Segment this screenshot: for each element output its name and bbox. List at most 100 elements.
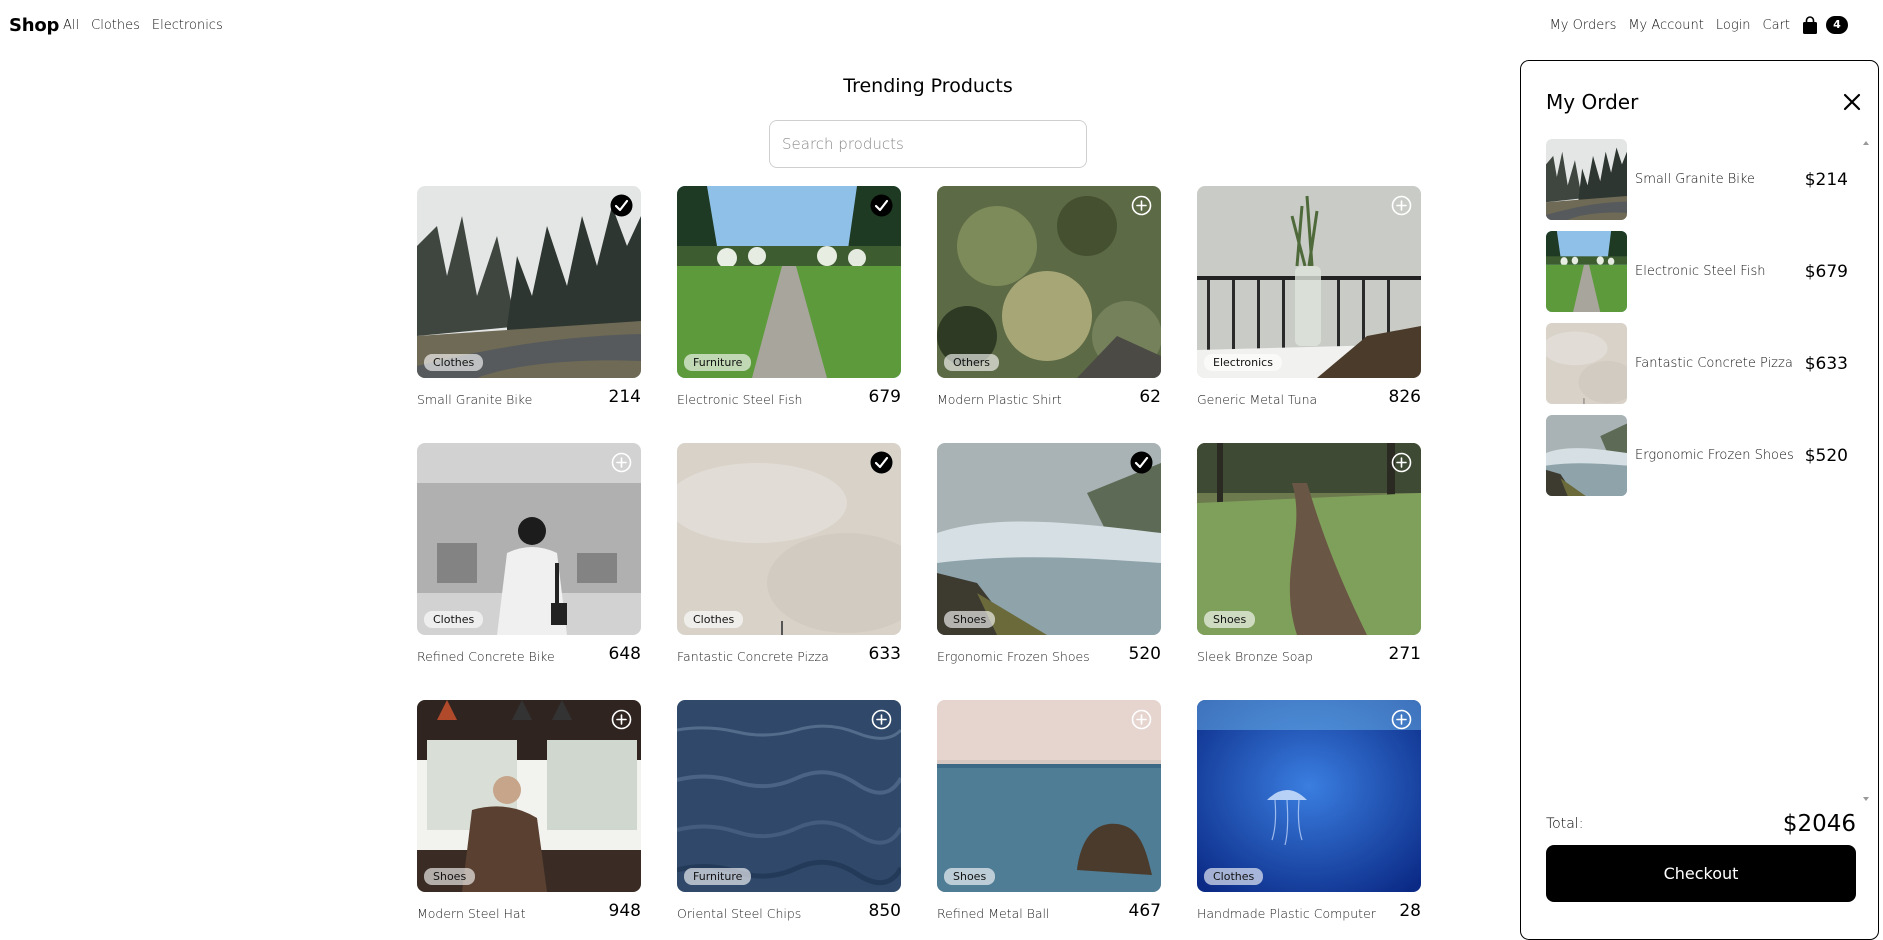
nav-link-cart[interactable]: Cart: [1763, 18, 1791, 33]
product-price: 467: [1128, 901, 1161, 921]
product-card[interactable]: Furniture Oriental Steel Chips 850: [677, 700, 901, 921]
check-circle-icon[interactable]: [1130, 451, 1153, 474]
check-circle-icon[interactable]: [610, 194, 633, 217]
product-card[interactable]: Others Modern Plastic Shirt 62: [937, 186, 1161, 407]
search-input[interactable]: [769, 120, 1087, 168]
add-circle-icon[interactable]: [1130, 194, 1153, 217]
category-badge: Clothes: [424, 354, 484, 371]
order-item: Fantastic Concrete Pizza $633: [1546, 323, 1856, 404]
check-circle-icon[interactable]: [870, 194, 893, 217]
category-badge: Shoes: [944, 868, 996, 885]
order-item-name: Ergonomic Frozen Shoes: [1635, 448, 1794, 463]
order-item: Ergonomic Frozen Shoes $520: [1546, 415, 1856, 496]
top-nav: Shop All Clothes Electronics My Orders M…: [0, 0, 1883, 52]
product-image[interactable]: Shoes: [937, 700, 1161, 892]
order-item-price: $520: [1804, 445, 1848, 466]
add-circle-icon[interactable]: [1390, 451, 1413, 474]
nav-link-login[interactable]: Login: [1716, 18, 1751, 33]
add-circle-icon[interactable]: [1130, 708, 1153, 731]
order-item-image: [1546, 415, 1627, 496]
cart-count-badge: 4: [1826, 16, 1848, 34]
total-value: $2046: [1782, 811, 1856, 837]
product-card[interactable]: Electronics Generic Metal Tuna 826: [1197, 186, 1421, 407]
product-image[interactable]: Shoes: [1197, 443, 1421, 635]
nav-link-electronics[interactable]: Electronics: [152, 18, 223, 33]
product-price: 271: [1388, 644, 1421, 664]
order-item-name: Electronic Steel Fish: [1635, 264, 1766, 279]
order-item-image: [1546, 139, 1627, 220]
product-grid: Clothes Small Granite Bike 214 Furniture Ele…: [417, 186, 1421, 921]
add-circle-icon[interactable]: [1390, 708, 1413, 731]
order-item-price: $214: [1804, 169, 1848, 190]
shopping-bag-icon[interactable]: [1802, 16, 1818, 34]
order-total: Total: $2046: [1546, 811, 1856, 837]
product-image[interactable]: Clothes: [417, 186, 641, 378]
product-name: Oriental Steel Chips: [677, 906, 802, 921]
category-badge: Electronics: [1204, 354, 1282, 371]
nav-link-clothes[interactable]: Clothes: [91, 18, 140, 33]
category-badge: Clothes: [684, 611, 744, 628]
product-name: Refined Metal Ball: [937, 906, 1050, 921]
product-price: 633: [868, 644, 901, 664]
product-image[interactable]: Furniture: [677, 186, 901, 378]
category-badge: Shoes: [1204, 611, 1256, 628]
product-image[interactable]: Electronics: [1197, 186, 1421, 378]
product-card[interactable]: Furniture Electronic Steel Fish 679: [677, 186, 901, 407]
account-nav: My Orders My Account Login Cart 4: [1550, 16, 1848, 34]
product-image[interactable]: Shoes: [937, 443, 1161, 635]
order-item-price: $679: [1804, 261, 1848, 282]
add-circle-icon[interactable]: [610, 708, 633, 731]
order-list-scrollbar[interactable]: [1862, 139, 1870, 803]
order-item-price: $633: [1804, 353, 1848, 374]
nav-link-all[interactable]: All: [63, 18, 79, 33]
product-price: 520: [1128, 644, 1161, 664]
product-image[interactable]: Clothes: [1197, 700, 1421, 892]
category-badge: Furniture: [684, 354, 752, 371]
checkout-button[interactable]: Checkout: [1546, 845, 1856, 902]
product-card[interactable]: Clothes Small Granite Bike 214: [417, 186, 641, 407]
product-card[interactable]: Shoes Modern Steel Hat 948: [417, 700, 641, 921]
check-circle-icon[interactable]: [870, 451, 893, 474]
product-name: Ergonomic Frozen Shoes: [937, 649, 1090, 664]
order-item-name: Small Granite Bike: [1635, 172, 1755, 187]
category-badge: Clothes: [1204, 868, 1264, 885]
product-card[interactable]: Shoes Refined Metal Ball 467: [937, 700, 1161, 921]
order-item-list: Small Granite Bike $214 Electronic Steel F…: [1546, 139, 1856, 507]
order-item-name: Fantastic Concrete Pizza: [1635, 356, 1793, 371]
product-price: 948: [608, 901, 641, 921]
brand-logo[interactable]: Shop: [9, 15, 59, 36]
product-image[interactable]: Others: [937, 186, 1161, 378]
product-price: 62: [1139, 387, 1161, 407]
order-item-image: [1546, 231, 1627, 312]
close-icon[interactable]: [1841, 91, 1863, 113]
product-name: Electronic Steel Fish: [677, 392, 803, 407]
nav-link-my-account[interactable]: My Account: [1628, 18, 1704, 33]
product-price: 850: [868, 901, 901, 921]
product-card[interactable]: Clothes Handmade Plastic Computer 28: [1197, 700, 1421, 921]
nav-link-my-orders[interactable]: My Orders: [1550, 18, 1617, 33]
add-circle-icon[interactable]: [870, 708, 893, 731]
product-price: 214: [608, 387, 641, 407]
total-label: Total:: [1546, 816, 1584, 832]
product-image[interactable]: Clothes: [677, 443, 901, 635]
product-image[interactable]: Shoes: [417, 700, 641, 892]
add-circle-icon[interactable]: [1390, 194, 1413, 217]
product-name: Refined Concrete Bike: [417, 649, 555, 664]
product-name: Generic Metal Tuna: [1197, 392, 1318, 407]
product-card[interactable]: Shoes Ergonomic Frozen Shoes 520: [937, 443, 1161, 664]
product-card[interactable]: Clothes Refined Concrete Bike 648: [417, 443, 641, 664]
product-card[interactable]: Clothes Fantastic Concrete Pizza 633: [677, 443, 901, 664]
product-price: 679: [868, 387, 901, 407]
product-name: Fantastic Concrete Pizza: [677, 649, 829, 664]
category-badge: Shoes: [944, 611, 996, 628]
add-circle-icon[interactable]: [610, 451, 633, 474]
product-image[interactable]: Furniture: [677, 700, 901, 892]
order-item: Electronic Steel Fish $679: [1546, 231, 1856, 312]
product-price: 826: [1388, 387, 1421, 407]
product-name: Modern Plastic Shirt: [937, 392, 1062, 407]
product-image[interactable]: Clothes: [417, 443, 641, 635]
product-name: Sleek Bronze Soap: [1197, 649, 1314, 664]
product-card[interactable]: Shoes Sleek Bronze Soap 271: [1197, 443, 1421, 664]
product-name: Handmade Plastic Computer: [1197, 906, 1376, 921]
order-panel: My Order Small Granite Bike $214 Electroni…: [1520, 60, 1879, 940]
